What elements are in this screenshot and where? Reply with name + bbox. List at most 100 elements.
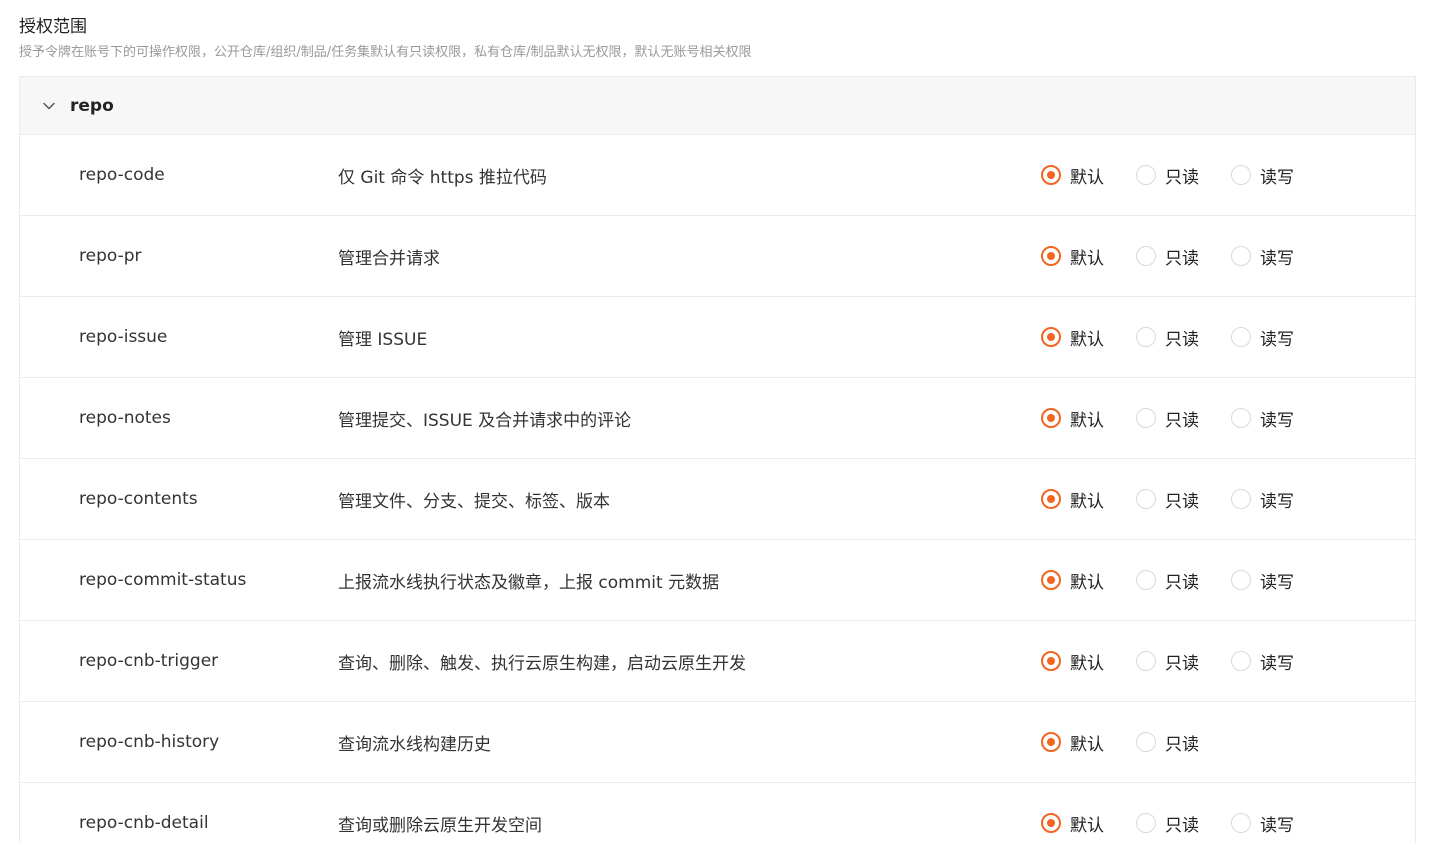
radio-label: 只读: [1165, 410, 1199, 431]
permission-radio-option[interactable]: 只读: [1136, 163, 1231, 188]
radio-label: 只读: [1165, 491, 1199, 512]
scope-row-repo-pr: repo-pr 管理合并请求 默认 只读 读写: [20, 216, 1415, 297]
scope-panel: repo repo-code 仅 Git 命令 https 推拉代码 默认 只读 读写 r…: [19, 76, 1416, 843]
permission-radio-option[interactable]: 读写: [1231, 649, 1326, 674]
radio-label: 只读: [1165, 329, 1199, 350]
permission-radio-option[interactable]: 只读: [1136, 568, 1231, 593]
permission-radio-option[interactable]: 读写: [1231, 568, 1326, 593]
permission-radio-option[interactable]: 默认: [1041, 811, 1136, 836]
scope-name: repo-issue: [79, 327, 168, 347]
radio-unchecked-icon[interactable]: [1231, 408, 1251, 428]
radio-label: 读写: [1260, 491, 1294, 512]
radio-label: 默认: [1070, 329, 1104, 350]
scope-description: 查询、删除、触发、执行云原生构建，启动云原生开发: [338, 653, 746, 674]
radio-checked-icon[interactable]: [1041, 165, 1061, 185]
radio-label: 默认: [1070, 815, 1104, 836]
radio-label: 默认: [1070, 248, 1104, 269]
radio-label: 只读: [1165, 572, 1199, 593]
permission-radio-option[interactable]: 默认: [1041, 163, 1136, 188]
radio-label: 默认: [1070, 734, 1104, 755]
scope-name: repo-notes: [79, 408, 171, 428]
scope-row-repo-cnb-detail: repo-cnb-detail 查询或删除云原生开发空间 默认 只读 读写: [20, 783, 1415, 843]
scope-row-repo-contents: repo-contents 管理文件、分支、提交、标签、版本 默认 只读 读写: [20, 459, 1415, 540]
permission-radio-option[interactable]: 只读: [1136, 730, 1231, 755]
radio-unchecked-icon[interactable]: [1136, 570, 1156, 590]
permission-radio-option[interactable]: 只读: [1136, 487, 1231, 512]
section-description: 授予令牌在账号下的可操作权限，公开仓库/组织/制品/任务集默认有只读权限，私有仓…: [19, 45, 752, 60]
radio-label: 只读: [1165, 248, 1199, 269]
permission-radio-option[interactable]: 默认: [1041, 649, 1136, 674]
scope-description: 管理合并请求: [338, 248, 440, 269]
permission-radio-option[interactable]: 默认: [1041, 730, 1136, 755]
radio-label: 默认: [1070, 653, 1104, 674]
radio-label: 只读: [1165, 734, 1199, 755]
permission-radio-option[interactable]: 默认: [1041, 487, 1136, 512]
scope-description: 管理提交、ISSUE 及合并请求中的评论: [338, 410, 632, 431]
chevron-down-icon[interactable]: [42, 99, 56, 113]
scope-name: repo-cnb-detail: [79, 813, 209, 833]
scope-description: 管理文件、分支、提交、标签、版本: [338, 491, 610, 512]
permission-radio-option[interactable]: 默认: [1041, 568, 1136, 593]
radio-unchecked-icon[interactable]: [1136, 489, 1156, 509]
group-header-repo[interactable]: repo: [20, 77, 1415, 135]
permission-radio-option[interactable]: 默认: [1041, 406, 1136, 431]
radio-unchecked-icon[interactable]: [1136, 327, 1156, 347]
radio-unchecked-icon[interactable]: [1136, 408, 1156, 428]
radio-label: 读写: [1260, 167, 1294, 188]
radio-unchecked-icon[interactable]: [1231, 651, 1251, 671]
radio-checked-icon[interactable]: [1041, 408, 1061, 428]
permission-radio-group: 默认 只读 读写: [1041, 244, 1326, 269]
scope-rows: repo-code 仅 Git 命令 https 推拉代码 默认 只读 读写 repo-p…: [20, 135, 1415, 843]
permission-radio-group: 默认 只读 读写: [1041, 487, 1326, 512]
permission-radio-option[interactable]: 读写: [1231, 163, 1326, 188]
radio-unchecked-icon[interactable]: [1136, 651, 1156, 671]
permission-radio-option[interactable]: 只读: [1136, 811, 1231, 836]
permission-radio-option[interactable]: 读写: [1231, 244, 1326, 269]
permission-radio-option[interactable]: 只读: [1136, 406, 1231, 431]
scope-row-repo-cnb-trigger: repo-cnb-trigger 查询、删除、触发、执行云原生构建，启动云原生开发…: [20, 621, 1415, 702]
scope-name: repo-code: [79, 165, 165, 185]
radio-unchecked-icon[interactable]: [1231, 489, 1251, 509]
radio-unchecked-icon[interactable]: [1136, 813, 1156, 833]
radio-checked-icon[interactable]: [1041, 651, 1061, 671]
radio-label: 读写: [1260, 815, 1294, 836]
permission-radio-option[interactable]: 读写: [1231, 487, 1326, 512]
scope-name: repo-cnb-trigger: [79, 651, 219, 671]
permission-radio-option[interactable]: 读写: [1231, 406, 1326, 431]
radio-unchecked-icon[interactable]: [1231, 813, 1251, 833]
radio-unchecked-icon[interactable]: [1231, 327, 1251, 347]
scope-name: repo-contents: [79, 489, 198, 509]
scope-row-repo-code: repo-code 仅 Git 命令 https 推拉代码 默认 只读 读写: [20, 135, 1415, 216]
permission-radio-group: 默认 只读 读写: [1041, 406, 1326, 431]
radio-checked-icon[interactable]: [1041, 732, 1061, 752]
radio-unchecked-icon[interactable]: [1231, 165, 1251, 185]
scope-description: 查询或删除云原生开发空间: [338, 815, 542, 836]
permission-radio-group: 默认 只读 读写: [1041, 811, 1326, 836]
radio-label: 读写: [1260, 410, 1294, 431]
permission-radio-option[interactable]: 默认: [1041, 325, 1136, 350]
radio-checked-icon[interactable]: [1041, 813, 1061, 833]
group-name: repo: [70, 95, 114, 116]
permission-radio-option[interactable]: 只读: [1136, 325, 1231, 350]
radio-unchecked-icon[interactable]: [1136, 165, 1156, 185]
permission-radio-option[interactable]: 只读: [1136, 244, 1231, 269]
radio-unchecked-icon[interactable]: [1136, 732, 1156, 752]
radio-checked-icon[interactable]: [1041, 246, 1061, 266]
radio-checked-icon[interactable]: [1041, 489, 1061, 509]
radio-unchecked-icon[interactable]: [1231, 246, 1251, 266]
scope-row-repo-commit-status: repo-commit-status 上报流水线执行状态及徽章，上报 commit…: [20, 540, 1415, 621]
radio-checked-icon[interactable]: [1041, 570, 1061, 590]
permission-radio-option[interactable]: 默认: [1041, 244, 1136, 269]
scope-description: 查询流水线构建历史: [338, 734, 491, 755]
permission-radio-group: 默认 只读 读写: [1041, 163, 1326, 188]
radio-label: 只读: [1165, 653, 1199, 674]
permission-radio-option[interactable]: 读写: [1231, 325, 1326, 350]
radio-checked-icon[interactable]: [1041, 327, 1061, 347]
scope-row-repo-cnb-history: repo-cnb-history 查询流水线构建历史 默认 只读: [20, 702, 1415, 783]
radio-unchecked-icon[interactable]: [1231, 570, 1251, 590]
permission-radio-option[interactable]: 读写: [1231, 811, 1326, 836]
permission-radio-option[interactable]: 只读: [1136, 649, 1231, 674]
radio-label: 默认: [1070, 491, 1104, 512]
radio-unchecked-icon[interactable]: [1136, 246, 1156, 266]
section-title: 授权范围: [19, 17, 87, 37]
